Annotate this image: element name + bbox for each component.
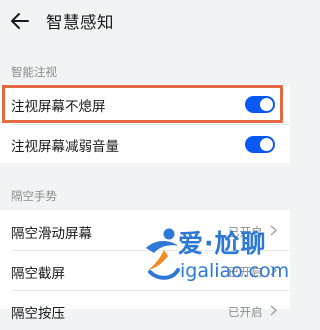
gaze-keep-screen-on-toggle[interactable] xyxy=(245,96,275,113)
section-label-smart-gaze: 智能注视 xyxy=(11,65,57,79)
watermark-logo-icon xyxy=(146,228,180,280)
watermark-title: 爱·尬聊 xyxy=(178,229,267,258)
setting-label: 隔空截屏 xyxy=(11,266,65,282)
section-label-air-gesture: 隔空手势 xyxy=(11,189,57,203)
back-arrow-icon[interactable] xyxy=(10,12,30,30)
watermark-url: igaliao.com xyxy=(180,260,290,282)
setting-label: 注视屏幕减弱音量 xyxy=(11,139,119,155)
header-bar: 智慧感知 xyxy=(0,0,290,42)
setting-row-gaze-lower-volume[interactable]: 注视屏幕减弱音量 xyxy=(0,124,290,163)
setting-row-air-press[interactable]: 隔空按压 已开启 xyxy=(0,290,290,330)
smart-gaze-card: 注视屏幕不熄屏 注视屏幕减弱音量 xyxy=(0,84,290,163)
setting-label: 隔空滑动屏幕 xyxy=(11,226,92,242)
gaze-lower-volume-toggle[interactable] xyxy=(245,136,275,153)
toggle-knob xyxy=(260,98,273,111)
status-text: 已开启 xyxy=(228,305,263,319)
setting-label: 隔空按压 xyxy=(11,306,65,322)
setting-label: 注视屏幕不熄屏 xyxy=(11,99,106,115)
setting-row-gaze-keep-screen-on[interactable]: 注视屏幕不熄屏 xyxy=(0,84,290,124)
watermark: 爱·尬聊 igaliao.com xyxy=(142,224,290,294)
page-title: 智慧感知 xyxy=(46,13,114,32)
chevron-right-icon xyxy=(270,305,277,316)
toggle-knob xyxy=(260,138,273,151)
